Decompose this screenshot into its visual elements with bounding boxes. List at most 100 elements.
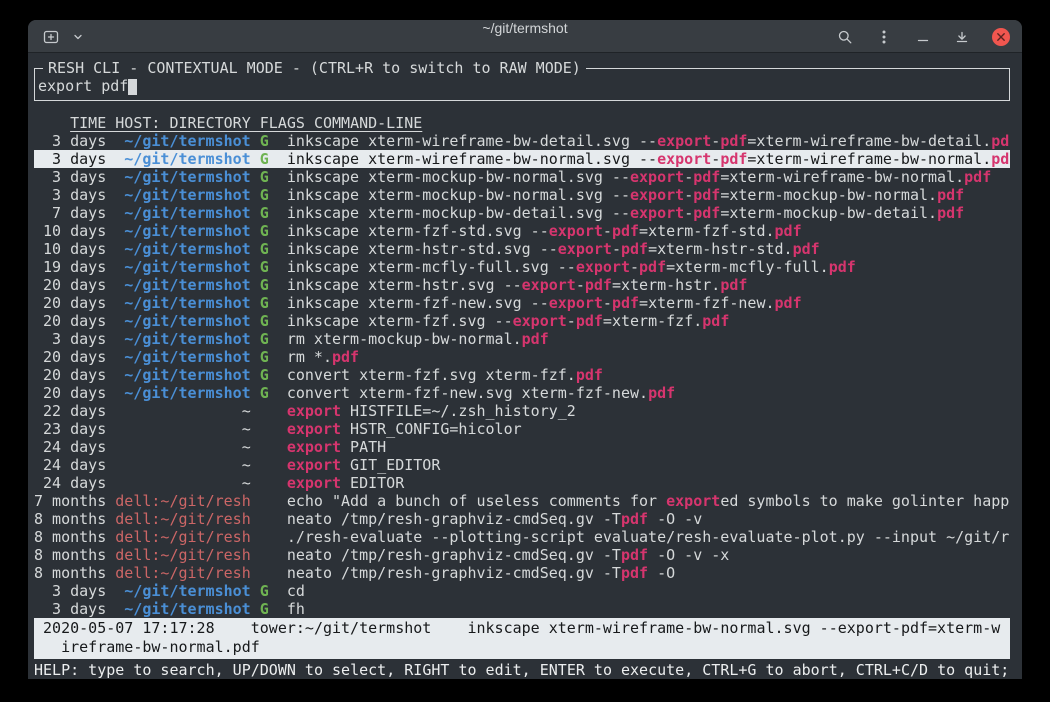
search-box-title: RESH CLI - CONTEXTUAL MODE - (CTRL+R to … [43,59,586,77]
row-host-directory: dell:~/git/resh [115,564,250,582]
history-row[interactable]: 20 days ~/git/termshot G inkscape xterm-… [34,276,1010,294]
row-command: export HISTFILE=~/.zsh_history_2 [287,402,576,420]
search-button[interactable] [836,28,854,46]
close-icon [992,28,1010,46]
history-row[interactable]: 8 months dell:~/git/resh neato /tmp/resh… [34,564,1010,582]
history-row[interactable]: 3 days ~/git/termshot G inkscape xterm-m… [34,168,1010,186]
search-input[interactable]: export pdf [38,77,1005,95]
history-row[interactable]: 20 days ~/git/termshot G rm *.pdf [34,348,1010,366]
search-box[interactable]: RESH CLI - CONTEXTUAL MODE - (CTRL+R to … [34,68,1010,101]
minimize-button[interactable] [914,28,932,46]
match-highlight: pdf [576,312,603,330]
row-command: inkscape xterm-mcfly-full.svg --export-p… [287,258,856,276]
history-row[interactable]: 22 days ~ export HISTFILE=~/.zsh_history… [34,402,1010,420]
row-flags: G [260,366,269,384]
history-row[interactable]: 24 days ~ export GIT_EDITOR [34,456,1010,474]
row-time: 24 days [34,474,106,492]
row-host-directory: ~/git/termshot [115,132,250,150]
row-command: neato /tmp/resh-graphviz-cmdSeq.gv -Tpdf… [287,564,675,582]
match-highlight: export [657,150,711,168]
match-highlight: pdf [639,258,666,276]
row-time: 8 months [34,510,106,528]
titlebar[interactable]: ~/git/termshot [28,20,1022,53]
row-command: inkscape xterm-mockup-bw-normal.svg --ex… [287,186,964,204]
row-command: inkscape xterm-wireframe-bw-detail.svg -… [287,132,1009,150]
match-highlight: pdf [720,276,747,294]
row-time: 20 days [34,348,106,366]
history-row[interactable]: 3 days ~/git/termshot G cd [34,582,1010,600]
restore-button[interactable] [953,28,971,46]
history-row[interactable]: 7 months dell:~/git/resh echo "Add a bun… [34,492,1010,510]
row-time: 19 days [34,258,106,276]
history-row[interactable]: 3 days ~/git/termshot G inkscape xterm-w… [34,150,1010,168]
match-highlight: pdf [775,222,802,240]
menu-kebab-icon [881,29,887,45]
match-highlight: pdf [621,240,648,258]
history-row[interactable]: 8 months dell:~/git/resh neato /tmp/resh… [34,546,1010,564]
restore-icon [954,29,970,45]
history-row[interactable]: 3 days ~/git/termshot G inkscape xterm-m… [34,186,1010,204]
search-icon [837,29,853,45]
row-time: 20 days [34,294,106,312]
history-row[interactable]: 3 days ~/git/termshot G fh [34,600,1010,618]
history-rows: 3 days ~/git/termshot G inkscape xterm-w… [34,132,1010,618]
history-row[interactable]: 8 months dell:~/git/resh ./resh-evaluate… [34,528,1010,546]
match-highlight: pdf [332,348,359,366]
history-row[interactable]: 24 days ~ export PATH [34,438,1010,456]
history-row[interactable]: 24 days ~ export EDITOR [34,474,1010,492]
row-time: 7 days [34,204,106,222]
row-command: inkscape xterm-fzf-new.svg --export-pdf=… [287,294,802,312]
match-highlight: export [522,276,576,294]
row-flags: G [260,150,269,168]
match-highlight: pdf [585,276,612,294]
tab-dropdown-button[interactable] [69,28,87,46]
history-row[interactable]: 10 days ~/git/termshot G inkscape xterm-… [34,222,1010,240]
history-row[interactable]: 20 days ~/git/termshot G convert xterm-f… [34,384,1010,402]
row-time: 20 days [34,276,106,294]
row-time: 3 days [34,132,106,150]
match-highlight: export [513,312,567,330]
new-tab-button[interactable] [42,28,60,46]
history-row[interactable]: 23 days ~ export HSTR_CONFIG=hicolor [34,420,1010,438]
row-command: inkscape xterm-hstr.svg --export-pdf=xte… [287,276,748,294]
search-query: export pdf [38,77,128,95]
row-flags: G [260,384,269,402]
row-command: cd [287,582,305,600]
row-host-directory: ~/git/termshot [115,204,250,222]
match-highlight: pdf [693,204,720,222]
row-host-directory: ~ [115,456,250,474]
history-row[interactable]: 3 days ~/git/termshot G inkscape xterm-w… [34,132,1010,150]
history-row[interactable]: 3 days ~/git/termshot G rm xterm-mockup-… [34,330,1010,348]
text-cursor [128,79,137,95]
row-flags: G [260,330,269,348]
row-host-directory: ~/git/termshot [115,582,250,600]
row-host-directory: ~/git/termshot [115,150,250,168]
history-row[interactable]: 7 days ~/git/termshot G inkscape xterm-m… [34,204,1010,222]
match-highlight: pdf [964,168,991,186]
history-row[interactable]: 20 days ~/git/termshot G inkscape xterm-… [34,312,1010,330]
match-highlight: export [630,204,684,222]
match-highlight: export [558,240,612,258]
row-command: inkscape xterm-hstr-std.svg --export-pdf… [287,240,820,258]
match-highlight: pdf [612,294,639,312]
close-button[interactable] [992,28,1010,46]
row-flags: G [260,258,269,276]
minimize-icon [915,29,931,45]
match-highlight: pdf [621,546,648,564]
history-row[interactable]: 19 days ~/git/termshot G inkscape xterm-… [34,258,1010,276]
row-flags: G [260,582,269,600]
row-command: neato /tmp/resh-graphviz-cmdSeq.gv -Tpdf… [287,510,702,528]
match-highlight: pdf [829,258,856,276]
history-row[interactable]: 8 months dell:~/git/resh neato /tmp/resh… [34,510,1010,528]
match-highlight: export [630,168,684,186]
row-time: 8 months [34,564,106,582]
row-command: inkscape xterm-mockup-bw-detail.svg --ex… [287,204,964,222]
match-highlight: pdf [576,366,603,384]
match-highlight: pdf [937,186,964,204]
history-row[interactable]: 10 days ~/git/termshot G inkscape xterm-… [34,240,1010,258]
history-row[interactable]: 20 days ~/git/termshot G convert xterm-f… [34,366,1010,384]
history-row[interactable]: 20 days ~/git/termshot G inkscape xterm-… [34,294,1010,312]
menu-button[interactable] [875,28,893,46]
row-command: echo "Add a bunch of useless comments fo… [287,492,1009,510]
row-host-directory: ~/git/termshot [115,384,250,402]
